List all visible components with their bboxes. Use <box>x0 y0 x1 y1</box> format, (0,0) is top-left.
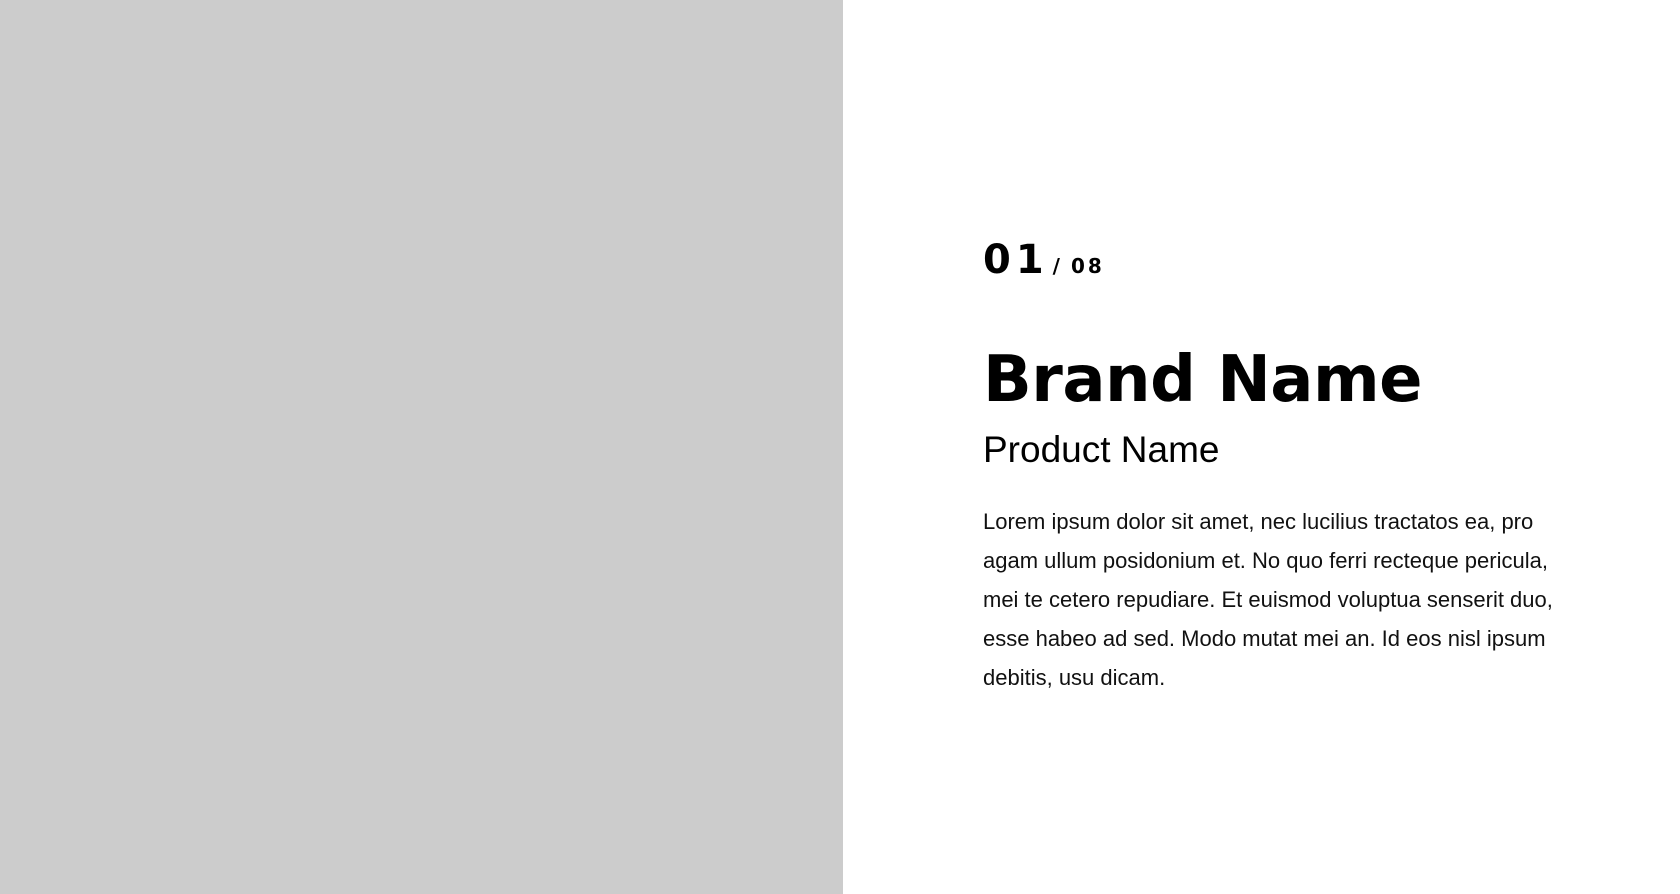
product-name-subheading: Product Name <box>983 429 1220 470</box>
slide-counter-separator: / <box>1052 254 1063 278</box>
product-description: Lorem ipsum dolor sit amet, nec lucilius… <box>983 509 1553 690</box>
slide-counter-current: 01 <box>983 237 1049 283</box>
slide-content: 01 / 08 Brand Name Product Name Lorem ip… <box>983 232 1563 697</box>
slide-counter: 01 / 08 <box>983 232 1563 288</box>
slide-counter-total: 08 <box>1070 254 1105 278</box>
brand-name-heading: Brand Name <box>983 343 1423 417</box>
image-placeholder <box>0 0 843 894</box>
slide: 01 / 08 Brand Name Product Name Lorem ip… <box>0 0 1680 894</box>
